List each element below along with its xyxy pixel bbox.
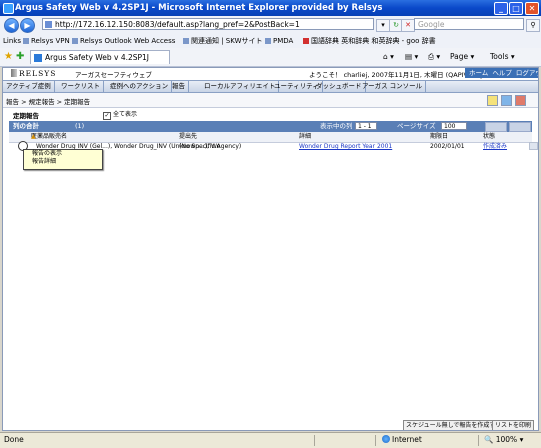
globe-icon	[382, 435, 390, 443]
link-icon	[23, 38, 29, 44]
maximize-button[interactable]: □	[509, 2, 523, 15]
close-button[interactable]: ✕	[525, 2, 539, 15]
window-title-bar[interactable]: Argus Safety Web v 4.2SP1J - Microsoft I…	[0, 0, 541, 16]
bottom-buttons: スケジュール無しで報告を作成する リストを印刷	[3, 420, 538, 430]
cell-submit-to: (No Specific Agency)	[179, 143, 242, 150]
print-list-button[interactable]: リストを印刷	[492, 420, 535, 430]
breadcrumb: 報告 > 規定報告 > 定期報告	[6, 98, 91, 106]
menu-case-actions[interactable]: 症例へのアクション	[107, 81, 173, 92]
showing-label: 表示中の列	[320, 122, 353, 130]
page-title: 定期報告	[13, 112, 39, 120]
menu-active-cases[interactable]: アクティブ症例	[3, 81, 55, 92]
list-total-label: 列の合計	[13, 122, 39, 130]
forward-button[interactable]: ▶	[20, 18, 35, 33]
status-text: Done	[4, 435, 24, 444]
cell-status-link[interactable]: 作成済み	[483, 142, 507, 151]
back-button[interactable]: ◀	[4, 18, 19, 33]
link-icon	[72, 38, 78, 44]
url-input[interactable]: http://172.16.12.150:8083/default.asp?la…	[42, 18, 374, 30]
home-icon[interactable]: ⌂ ▾	[383, 50, 394, 64]
tools-menu[interactable]: Tools ▾	[490, 50, 515, 64]
page-size-select[interactable]: 100	[441, 122, 467, 130]
minimize-button[interactable]: _	[494, 2, 508, 15]
col-submit-to[interactable]: 提出先	[179, 132, 197, 142]
col-due-date[interactable]: 期限日	[430, 132, 448, 142]
list-total-count: (1)	[75, 122, 85, 130]
context-menu: 報告の表示 報告詳細	[23, 149, 103, 170]
check-icon: ✓	[103, 112, 111, 120]
url-text: http://172.16.12.150:8083/default.asp?la…	[55, 20, 300, 29]
menu-reports[interactable]: 報告	[169, 81, 189, 92]
cell-due-date: 2002/01/01	[430, 143, 465, 150]
tab-title: Argus Safety Web v 4.2SP1J	[45, 53, 150, 62]
links-label: Links	[3, 37, 21, 45]
feeds-icon[interactable]: ▤ ▾	[405, 50, 418, 64]
sort-asc-icon: ▲	[31, 133, 36, 140]
next-page-button[interactable]	[509, 122, 531, 132]
relsys-logo: RELSYS	[11, 69, 56, 78]
links-bar: Links Relsys VPN Relsys Outlook Web Acce…	[0, 34, 541, 49]
prev-page-button[interactable]	[485, 122, 507, 132]
favorites-star-icon[interactable]: ★	[4, 51, 13, 63]
menu-argus-console[interactable]: アーガス コンソール	[359, 81, 427, 92]
grid-toolbar: 列の合計 (1) 表示中の列 1 - 1 ページサイズ 100	[9, 121, 532, 132]
zoom-control[interactable]: 🔍 100% ▾	[484, 433, 523, 447]
tab-row: ★ ✚ Argus Safety Web v 4.2SP1J ⌂ ▾ ▤ ▾ ⎙…	[0, 48, 541, 67]
app-menu-bar: アクティブ症例 ワークリスト 症例へのアクション 報告 ローカルアフィリエイト …	[3, 80, 538, 93]
link-kanren-tsuchi[interactable]: 関連通知 | SKWサイト	[183, 34, 263, 48]
menu-local-affiliate[interactable]: ローカルアフィリエイト	[201, 81, 280, 92]
print-list-icon[interactable]	[515, 95, 526, 106]
dropdown-arrow-icon[interactable]: ▾	[376, 19, 390, 32]
address-bar: ◀ ▶ http://172.16.12.150:8083/default.as…	[0, 16, 541, 35]
cell-detail-link[interactable]: Wonder Drug Report Year 2001	[299, 142, 392, 151]
menu-worklist[interactable]: ワークリスト	[58, 81, 104, 92]
calendar-icon[interactable]	[501, 95, 512, 106]
stop-icon[interactable]: ✕	[401, 19, 415, 32]
home-link[interactable]: ホーム	[469, 69, 488, 77]
create-unscheduled-report-button[interactable]: スケジュール無しで報告を作成する	[403, 420, 505, 430]
app-header: RELSYS アーガスセーフティウェブ ようこそ！ charliej, 2007…	[3, 68, 538, 80]
search-icon[interactable]: ⚲	[526, 19, 540, 32]
show-all-checkbox[interactable]: ✓ 全て表示	[103, 109, 137, 120]
page-icon	[45, 21, 52, 28]
notes-icon[interactable]	[487, 95, 498, 106]
status-bar: Done Internet 🔍 100% ▾	[0, 432, 541, 448]
page-size-label: ページサイズ	[397, 122, 436, 130]
window-title: Argus Safety Web v 4.2SP1J - Microsoft I…	[15, 3, 383, 13]
breadcrumb-row: 報告 > 規定報告 > 定期報告	[3, 93, 538, 108]
browser-tab[interactable]: Argus Safety Web v 4.2SP1J	[30, 50, 170, 64]
link-relsys-vpn[interactable]: Relsys VPN	[23, 34, 70, 48]
add-favorites-icon[interactable]: ✚	[16, 51, 24, 63]
link-goo-dictionary[interactable]: 国語辞典 英和辞典 和英辞典 - goo 辞書	[303, 34, 436, 48]
logout-link[interactable]: ログアウト	[516, 69, 538, 77]
menu-dashboard[interactable]: ダッシュボード	[313, 81, 366, 92]
link-icon	[183, 38, 189, 44]
top-nav: ホームヘルプログアウト	[465, 68, 538, 78]
help-link[interactable]: ヘルプ	[492, 69, 512, 77]
context-report-details[interactable]: 報告詳細	[24, 158, 102, 166]
scrollbar[interactable]	[529, 142, 538, 150]
showing-select[interactable]: 1 - 1	[355, 122, 377, 130]
col-status[interactable]: 状態	[483, 132, 495, 142]
print-icon[interactable]: ⎙ ▾	[428, 50, 440, 64]
zone-indicator: Internet	[382, 433, 422, 447]
link-icon	[265, 38, 271, 44]
page-header: 定期報告 ✓ 全て表示	[3, 109, 538, 120]
link-pmda[interactable]: PMDA	[265, 34, 293, 48]
col-detail[interactable]: 詳細	[299, 132, 311, 142]
context-view-report[interactable]: 報告の表示	[24, 150, 102, 158]
tab-favicon	[34, 54, 42, 62]
search-input[interactable]: Google	[414, 18, 524, 30]
show-all-label: 全て表示	[113, 111, 138, 118]
link-outlook[interactable]: Relsys Outlook Web Access	[72, 34, 175, 48]
app-name: アーガスセーフティウェブ	[75, 71, 152, 79]
page-content: RELSYS アーガスセーフティウェブ ようこそ！ charliej, 2007…	[2, 67, 539, 431]
welcome-text: ようこそ！ charliej, 2007年11月1日, 木曜日 (QAPIVRA…	[309, 71, 486, 79]
page-menu[interactable]: Page ▾	[450, 50, 474, 64]
ie-app-icon	[3, 3, 14, 14]
link-icon	[303, 38, 309, 44]
